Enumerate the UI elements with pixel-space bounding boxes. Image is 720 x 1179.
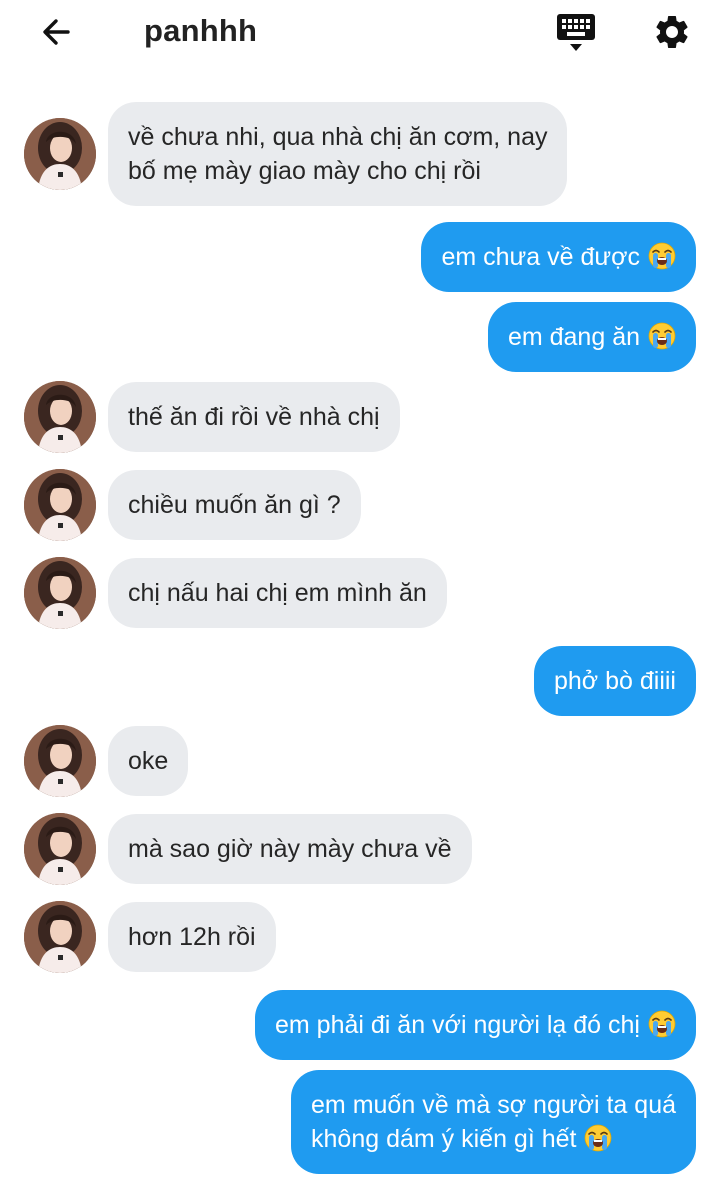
message-text: chiều muốn ăn gì ? (128, 491, 341, 519)
incoming-message-bubble[interactable]: chị nấu hai chị em mình ăn (108, 558, 447, 628)
message-line: hơn 12h rồi (128, 920, 256, 954)
message-text: thế ăn đi rồi về nhà chị (128, 403, 380, 431)
incoming-message-bubble[interactable]: thế ăn đi rồi về nhà chị (108, 382, 400, 452)
message-line: em muốn về mà sợ người ta quá (311, 1088, 676, 1122)
message-line: thế ăn đi rồi về nhà chị (128, 400, 380, 434)
message-line: em chưa về được (441, 240, 676, 274)
message-text: chị nấu hai chị em mình ăn (128, 579, 427, 607)
loudly-crying-face-icon (648, 1010, 676, 1038)
message-text: oke (128, 747, 169, 775)
message-text: không dám ý kiến gì hết (311, 1125, 577, 1153)
message-line: em phải đi ăn với người lạ đó chị (275, 1008, 676, 1042)
outgoing-message-bubble[interactable]: em muốn về mà sợ người ta quá không dám ý… (291, 1070, 696, 1174)
message-text: phở bò điiii (553, 667, 676, 695)
loudly-crying-face-icon (648, 242, 676, 270)
message-line: chị nấu hai chị em mình ăn (128, 576, 427, 610)
message-text: em muốn về mà sợ người ta quá (311, 1091, 676, 1119)
message-line: oke (128, 744, 168, 778)
message-line: mà sao giờ này mày chưa về (128, 832, 452, 866)
message-text: về chưa nhi, qua nhà chị ăn cơm, nay (128, 123, 548, 151)
incoming-message-bubble[interactable]: oke (108, 726, 189, 796)
chat-header: panhhh (0, 0, 720, 64)
avatar[interactable] (24, 469, 96, 541)
incoming-message-bubble[interactable]: chiều muốn ăn gì ? (108, 470, 361, 540)
message-line: em đang ăn (508, 320, 676, 354)
incoming-message-bubble[interactable]: hơn 12h rồi (108, 902, 276, 972)
keyboard-button[interactable] (552, 8, 600, 56)
back-button[interactable] (34, 10, 78, 54)
message-text: em phải đi ăn với người lạ đó chị (275, 1011, 640, 1039)
message-text: em chưa về được (441, 243, 640, 271)
contact-name: panhhh (144, 13, 258, 48)
avatar[interactable] (24, 725, 96, 797)
avatar[interactable] (24, 557, 96, 629)
loudly-crying-face-icon (648, 322, 676, 350)
gear-icon (656, 15, 688, 48)
outgoing-message-bubble[interactable]: em đang ăn (487, 302, 696, 372)
message-text: bố mẹ mày giao mày cho chị rồi (128, 157, 481, 185)
outgoing-message-bubble[interactable]: phở bò điiii (533, 646, 696, 716)
keyboard-icon (557, 14, 595, 51)
message-line: phở bò điiii (554, 664, 676, 698)
avatar[interactable] (24, 381, 96, 453)
arrow-left-icon (43, 19, 70, 45)
outgoing-message-bubble[interactable]: em phải đi ăn với người lạ đó chị (255, 990, 696, 1060)
message-text: hơn 12h rồi (128, 923, 256, 951)
message-line: không dám ý kiến gì hết (311, 1122, 676, 1156)
message-text: em đang ăn (507, 323, 640, 351)
incoming-message-bubble[interactable]: về chưa nhi, qua nhà chị ăn cơm, nay bố m… (108, 102, 568, 206)
loudly-crying-face-icon (585, 1124, 612, 1152)
incoming-message-bubble[interactable]: mà sao giờ này mày chưa về (108, 814, 472, 884)
message-line: bố mẹ mày giao mày cho chị rồi (128, 154, 547, 188)
message-text: mà sao giờ này mày chưa về (128, 835, 452, 863)
message-line: chiều muốn ăn gì ? (128, 488, 341, 522)
message-line: về chưa nhi, qua nhà chị ăn cơm, nay (128, 120, 547, 154)
outgoing-message-bubble[interactable]: em chưa về được (421, 222, 696, 292)
avatar[interactable] (24, 118, 96, 190)
avatar[interactable] (24, 813, 96, 885)
avatar[interactable] (24, 901, 96, 973)
settings-button[interactable] (648, 8, 696, 56)
